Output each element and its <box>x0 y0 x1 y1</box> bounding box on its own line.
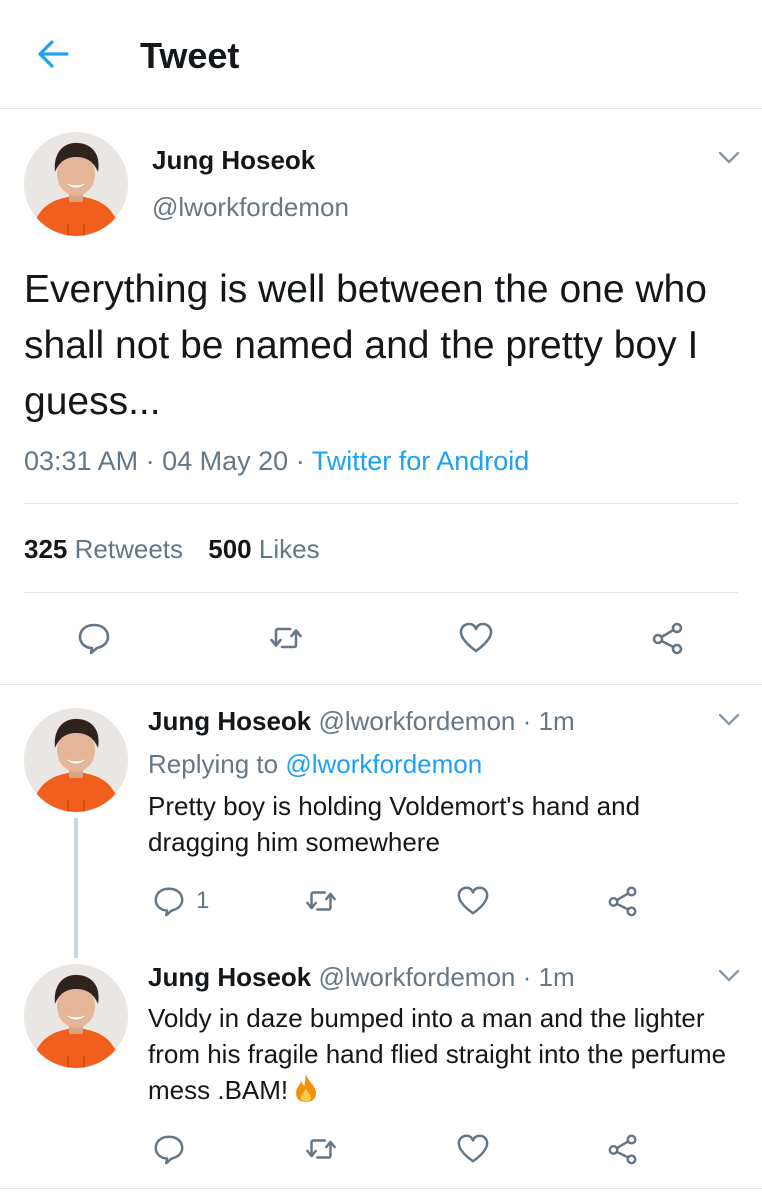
tweet-meta: 03:31 AM · 04 May 20 · Twitter for Andro… <box>24 444 529 478</box>
retweet-button[interactable] <box>268 620 304 656</box>
author-handle[interactable]: @lworkfordemon <box>152 192 349 222</box>
back-arrow-icon[interactable] <box>36 36 72 72</box>
tweet-text: Pretty boy is holding Voldemort's hand a… <box>148 791 641 857</box>
chevron-down-icon[interactable] <box>718 713 740 727</box>
retweet-icon <box>304 884 338 918</box>
mention-link[interactable]: @lworkfordemon <box>285 749 482 779</box>
tweet-date: 04 May 20 <box>162 446 289 476</box>
reply-icon <box>152 884 186 918</box>
like-button[interactable] <box>456 884 490 918</box>
avatar[interactable] <box>24 708 128 812</box>
avatar[interactable] <box>24 964 128 1068</box>
divider <box>24 503 738 504</box>
heart-icon <box>458 620 494 656</box>
tweet-text-content: Voldy in daze bumped into a man and the … <box>148 1003 727 1105</box>
like-button[interactable] <box>456 1132 490 1166</box>
retweets-count: 325 <box>24 534 68 564</box>
retweets-label: Retweets <box>74 534 184 564</box>
avatar[interactable] <box>24 132 128 236</box>
section-divider <box>0 684 762 685</box>
reply-button[interactable] <box>152 1132 186 1166</box>
reply-header: Jung Hoseok @lworkfordemon · 1m <box>148 962 575 992</box>
replying-label: Replying to <box>148 749 279 779</box>
tweet-stats: 325 Retweets 500 Likes <box>24 532 338 566</box>
share-icon <box>650 620 686 656</box>
share-button[interactable] <box>606 1132 640 1166</box>
share-icon <box>606 884 640 918</box>
reply-icon <box>76 620 112 656</box>
reply-count: 1 <box>196 887 210 914</box>
retweet-button[interactable] <box>304 884 338 918</box>
likes-stat[interactable]: 500 Likes <box>208 534 319 564</box>
tweet-time: 1m <box>538 962 575 992</box>
author-handle[interactable]: @lworkfordemon <box>318 962 515 992</box>
retweet-icon <box>304 1132 338 1166</box>
page-title: Tweet <box>140 35 240 76</box>
author-name[interactable]: Jung Hoseok <box>148 706 311 736</box>
retweet-icon <box>268 620 304 656</box>
author-handle[interactable]: @lworkfordemon <box>318 706 515 736</box>
likes-label: Likes <box>258 534 320 564</box>
reply-button[interactable] <box>76 620 112 656</box>
chevron-down-icon[interactable] <box>718 969 740 983</box>
thread-connector <box>74 818 78 958</box>
separator-dot: · <box>145 446 155 476</box>
tweet-time: 1m <box>538 706 575 736</box>
separator-dot: · <box>522 706 532 736</box>
author-name[interactable]: Jung Hoseok <box>152 145 315 175</box>
top-bar: Tweet <box>0 0 762 109</box>
divider <box>24 592 738 593</box>
share-button[interactable] <box>606 884 640 918</box>
reply-button[interactable]: 1 <box>152 884 209 918</box>
retweets-stat[interactable]: 325 Retweets <box>24 534 183 564</box>
tweet-text: Voldy in daze bumped into a man and the … <box>148 1000 738 1108</box>
likes-count: 500 <box>208 534 252 564</box>
tweet-text: Everything is well between the one who s… <box>24 268 707 423</box>
share-button[interactable] <box>650 620 686 656</box>
separator-dot: · <box>295 446 305 476</box>
tweet-source-link[interactable]: Twitter for Android <box>312 446 530 476</box>
author-name[interactable]: Jung Hoseok <box>148 962 311 992</box>
separator-dot: · <box>522 962 532 992</box>
heart-icon <box>456 1132 490 1166</box>
reply-header: Jung Hoseok @lworkfordemon · 1m <box>148 706 575 736</box>
share-icon <box>606 1132 640 1166</box>
like-button[interactable] <box>458 620 494 656</box>
reply-icon <box>152 1132 186 1166</box>
retweet-button[interactable] <box>304 1132 338 1166</box>
heart-icon <box>456 884 490 918</box>
tweet-time: 03:31 AM <box>24 446 139 476</box>
replying-to: Replying to @lworkfordemon <box>148 748 482 780</box>
section-divider <box>0 1188 762 1189</box>
fire-emoji-icon <box>294 1073 318 1103</box>
chevron-down-icon[interactable] <box>718 151 740 165</box>
